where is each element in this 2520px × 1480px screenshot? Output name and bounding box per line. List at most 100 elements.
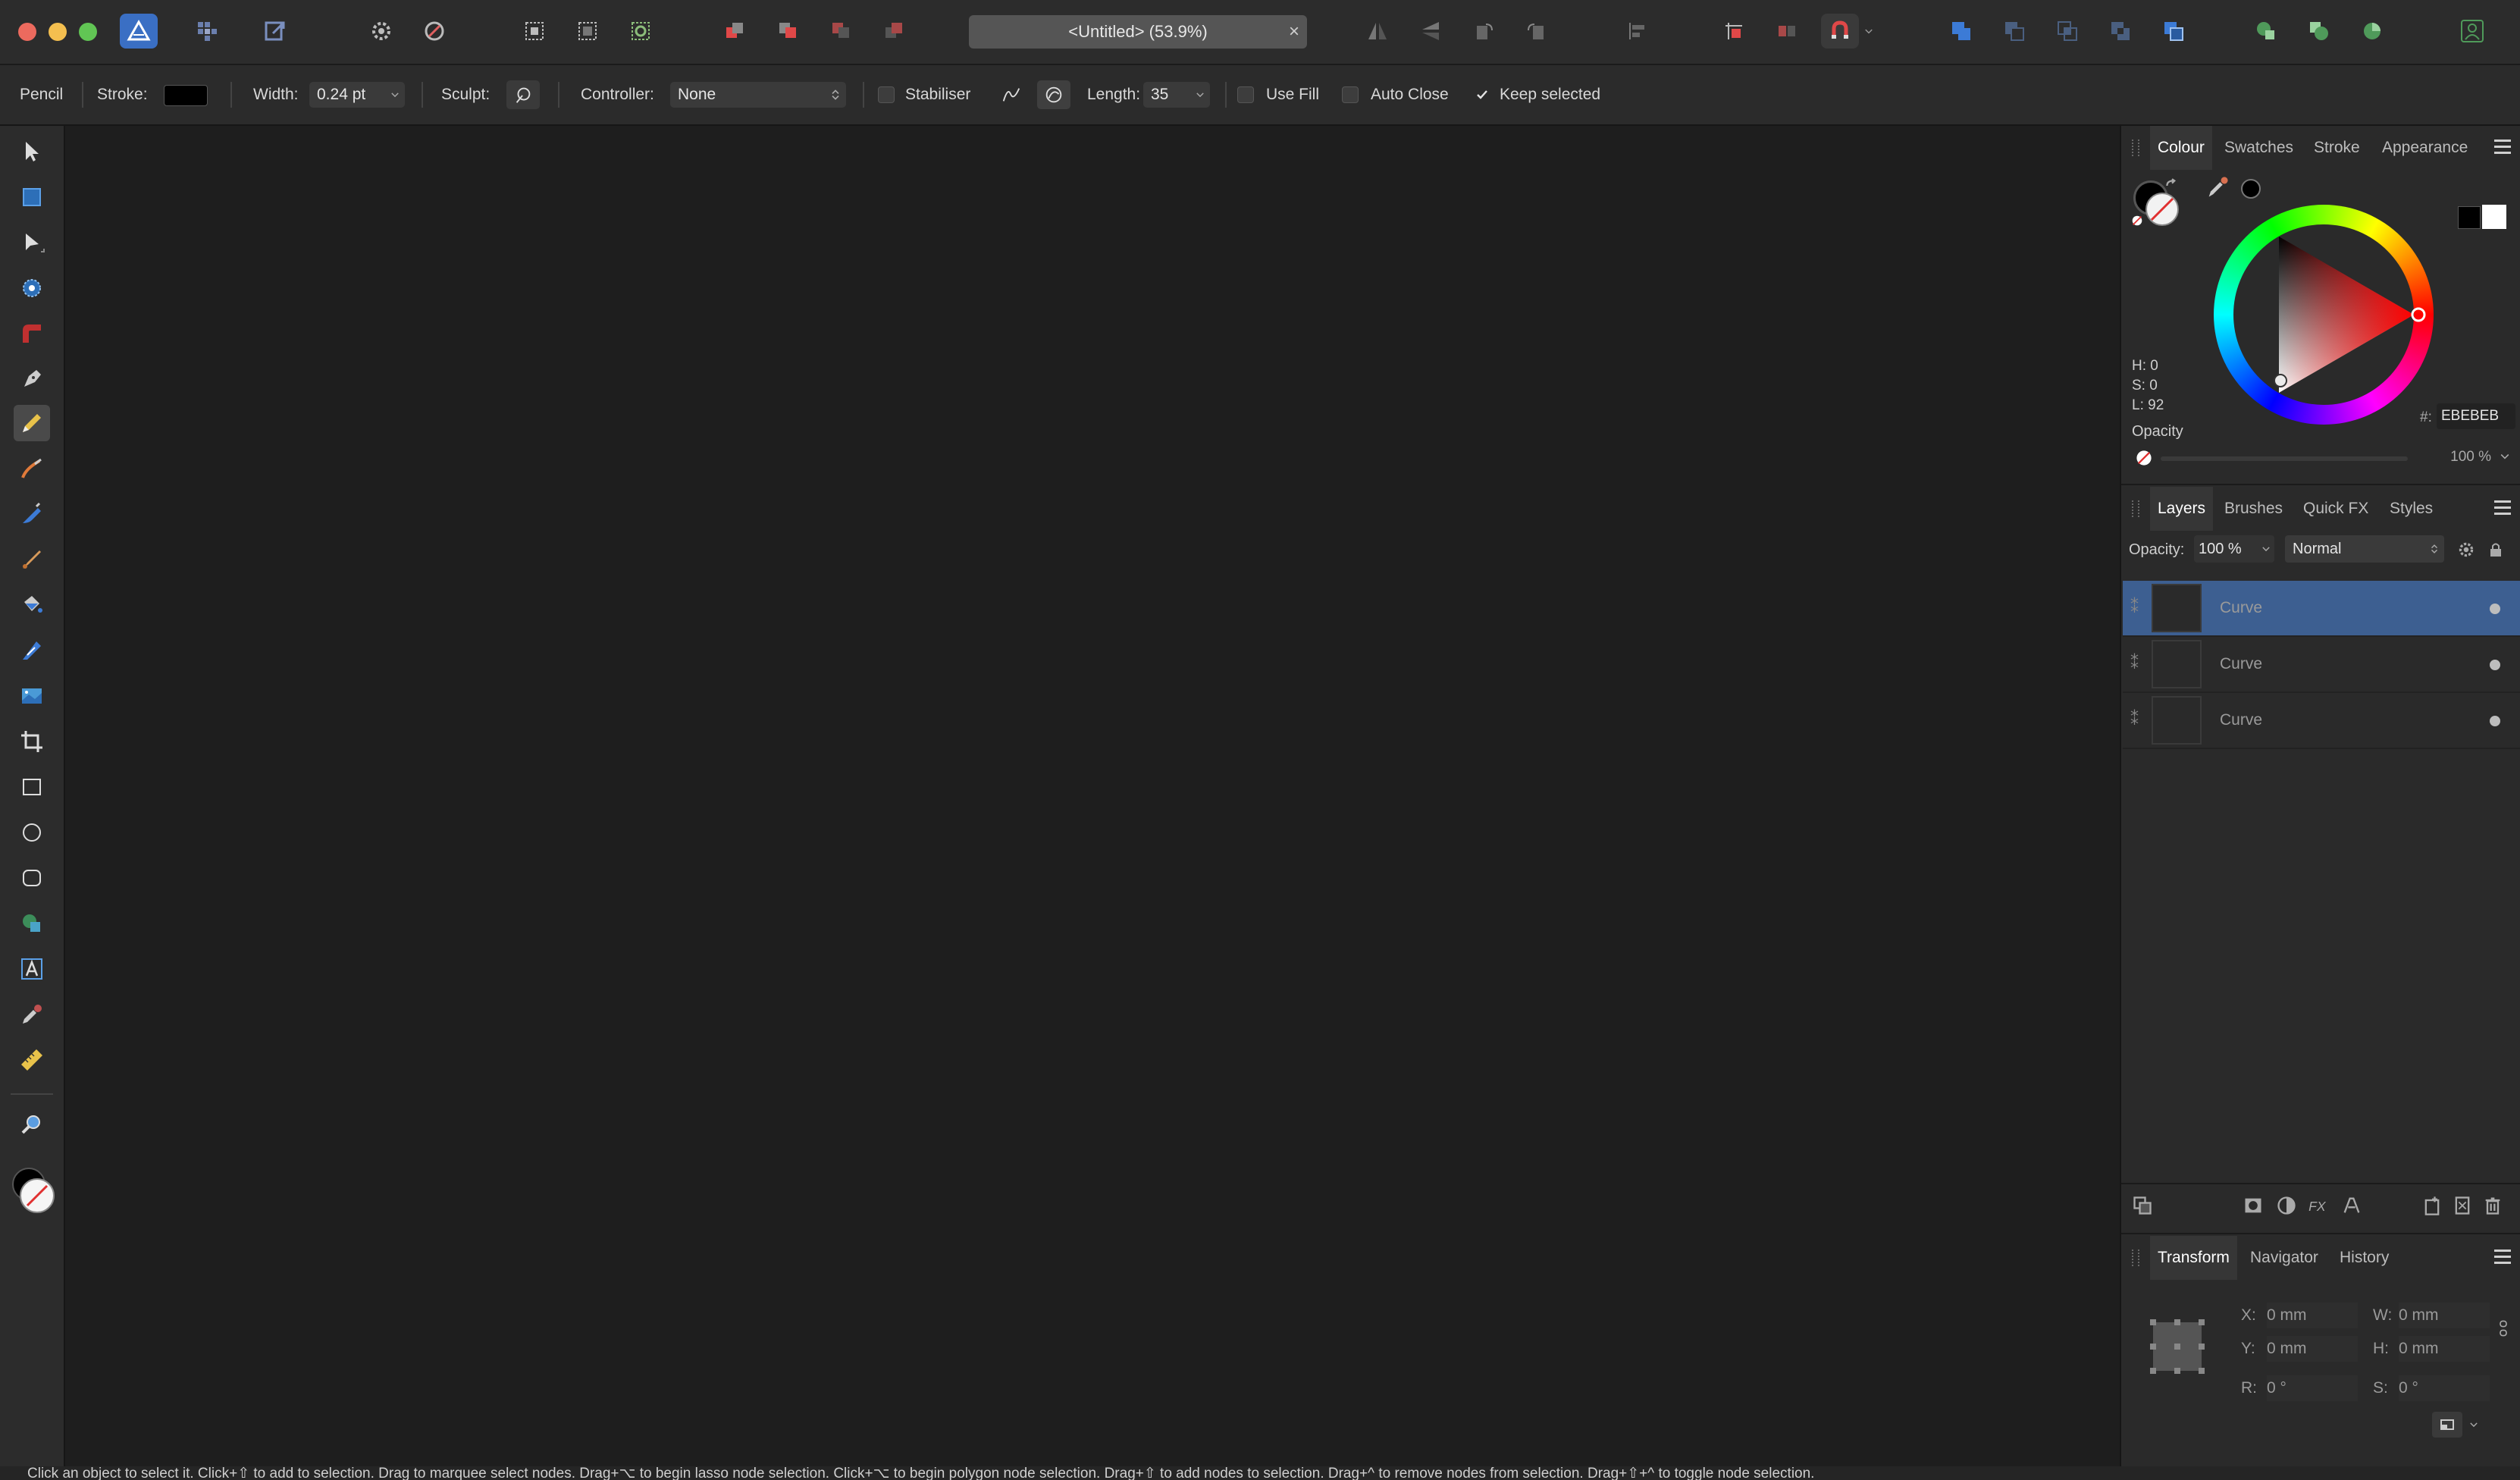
paint-brush-tool-icon[interactable] (14, 541, 50, 578)
eyedropper-icon[interactable] (2205, 174, 2230, 200)
minimize-window-button[interactable] (49, 23, 67, 41)
move-back-one-icon[interactable] (769, 14, 807, 49)
white-quick-swatch[interactable] (2482, 205, 2506, 229)
use-fill-checkbox[interactable] (1237, 86, 1254, 103)
document-tab[interactable]: <Untitled> (53.9%) × (969, 15, 1307, 49)
intersect-boolean-icon[interactable] (2048, 14, 2086, 49)
tab-history[interactable]: History (2340, 1236, 2389, 1280)
canvas[interactable] (65, 126, 2120, 1466)
tab-appearance[interactable]: Appearance (2382, 126, 2468, 170)
divide-boolean-icon[interactable] (2155, 14, 2192, 49)
rope-mode-button[interactable] (995, 80, 1028, 109)
opacity-slider[interactable] (2161, 456, 2408, 461)
move-to-front-icon[interactable] (875, 14, 913, 49)
delete-layer-trash-icon[interactable] (2482, 1195, 2503, 1216)
lock-aspect-ratio-icon[interactable] (2497, 1313, 2509, 1344)
stroke-fill-swatches[interactable] (11, 1168, 55, 1213)
fill-bucket-tool-icon[interactable] (14, 587, 50, 623)
colour-wheel[interactable] (2214, 205, 2434, 425)
snapping-options-chevron-down-icon[interactable] (1859, 14, 1879, 49)
crop-tool-icon[interactable] (14, 723, 50, 760)
stroke-color-swatch[interactable] (164, 85, 208, 106)
preferences-gear-icon[interactable] (362, 14, 400, 49)
subtract-boolean-icon[interactable] (1995, 14, 2033, 49)
add-boolean-icon[interactable] (1942, 14, 1980, 49)
y-input[interactable]: 0 mm (2267, 1336, 2358, 1362)
zoom-window-button[interactable] (79, 23, 97, 41)
layer-name[interactable]: Curve (2220, 655, 2262, 673)
layer-opacity-chevron-down-icon[interactable] (2261, 544, 2271, 554)
length-input[interactable]: 35 (1143, 82, 1210, 108)
move-forward-one-icon[interactable] (822, 14, 860, 49)
rounded-rectangle-tool-icon[interactable] (14, 860, 50, 896)
layer-fx-icon[interactable]: FX (2308, 1195, 2329, 1216)
stabiliser-checkbox[interactable] (878, 86, 895, 103)
layers-panel-menu-icon[interactable] (2494, 500, 2511, 516)
snapping-icon[interactable] (415, 14, 453, 49)
pencil-tool-icon[interactable] (14, 405, 50, 441)
length-chevron-down-icon[interactable] (1195, 89, 1205, 100)
add-pixel-layer-icon[interactable] (2452, 1195, 2473, 1216)
tab-navigator[interactable]: Navigator (2250, 1236, 2318, 1280)
color-picker-tool-icon[interactable] (14, 996, 50, 1033)
insert-inside-icon[interactable] (2247, 14, 2285, 49)
point-transform-tool-icon[interactable] (14, 270, 50, 306)
pixel-persona-icon[interactable] (188, 14, 226, 49)
layer-visibility-dot[interactable] (2490, 604, 2500, 614)
tab-brushes[interactable]: Brushes (2224, 487, 2283, 531)
layer-row[interactable]: ⁑ Curve (2123, 637, 2520, 693)
opacity-value[interactable]: 100 % (2415, 444, 2491, 470)
vector-brush-tool-icon[interactable] (14, 450, 50, 487)
hex-input[interactable]: EBEBEB (2437, 403, 2515, 429)
panel-grip-icon[interactable] (2132, 1250, 2139, 1266)
sculpt-toggle-button[interactable] (506, 80, 540, 109)
layer-lock-toggle-icon[interactable]: ⁑ (2130, 597, 2139, 617)
panel-grip-icon[interactable] (2132, 140, 2139, 156)
anchor-point-selector[interactable] (2147, 1316, 2208, 1377)
tab-quick-fx[interactable]: Quick FX (2303, 487, 2368, 531)
transform-origin-button[interactable] (2432, 1412, 2462, 1438)
fill-swatch[interactable] (20, 1178, 55, 1213)
blend-mode-select[interactable]: Normal (2285, 535, 2444, 563)
auto-close-checkbox[interactable] (1342, 86, 1359, 103)
move-tool-arrow-icon[interactable] (14, 133, 50, 170)
rectangle-tool-icon[interactable] (14, 769, 50, 805)
keep-selected-checkbox[interactable] (1474, 86, 1490, 103)
guides-icon[interactable] (1715, 14, 1753, 49)
add-mask-icon[interactable] (2243, 1195, 2264, 1216)
insert-behind-icon[interactable] (2300, 14, 2338, 49)
layer-lock-icon[interactable] (2487, 540, 2505, 560)
x-input[interactable]: 0 mm (2267, 1303, 2358, 1328)
layer-settings-gear-icon[interactable] (2456, 540, 2476, 560)
tab-transform[interactable]: Transform (2150, 1236, 2237, 1280)
xor-boolean-icon[interactable] (2102, 14, 2139, 49)
flip-horizontal-icon[interactable] (1359, 14, 1396, 49)
layer-visibility-dot[interactable] (2490, 716, 2500, 726)
ellipse-tool-icon[interactable] (14, 814, 50, 851)
transform-origin-chevron-down-icon[interactable] (2468, 1419, 2479, 1430)
layer-row[interactable]: ⁑ Curve (2123, 693, 2520, 749)
close-document-icon[interactable]: × (1289, 21, 1299, 42)
saturation-lightness-triangle[interactable] (2214, 205, 2434, 425)
place-image-tool-icon[interactable] (14, 678, 50, 714)
controller-select[interactable]: None (670, 82, 846, 108)
measure-tool-icon[interactable] (14, 1042, 50, 1078)
layer-opacity-input[interactable]: 100 % (2194, 535, 2274, 563)
tab-stroke[interactable]: Stroke (2314, 126, 2360, 170)
artistic-text-tool-icon[interactable] (14, 951, 50, 987)
panel-grip-icon[interactable] (2132, 500, 2139, 517)
export-persona-icon[interactable] (256, 14, 294, 49)
fill-tool-icon[interactable] (14, 496, 50, 532)
width-chevron-down-icon[interactable] (390, 89, 400, 100)
adjustment-layer-icon[interactable] (2276, 1195, 2297, 1216)
select-all-icon[interactable] (516, 14, 553, 49)
transform-panel-menu-icon[interactable] (2494, 1250, 2511, 1265)
rotation-input[interactable]: 0 ° (2267, 1375, 2358, 1401)
tab-swatches[interactable]: Swatches (2224, 126, 2293, 170)
flip-vertical-icon[interactable] (1412, 14, 1450, 49)
shapes-tool-icon[interactable] (14, 905, 50, 942)
layer-row[interactable]: ⁑ Curve (2123, 581, 2520, 637)
black-quick-swatch[interactable] (2458, 206, 2481, 229)
live-filter-icon[interactable] (2341, 1195, 2362, 1216)
width-input[interactable]: 0.24 pt (309, 82, 405, 108)
